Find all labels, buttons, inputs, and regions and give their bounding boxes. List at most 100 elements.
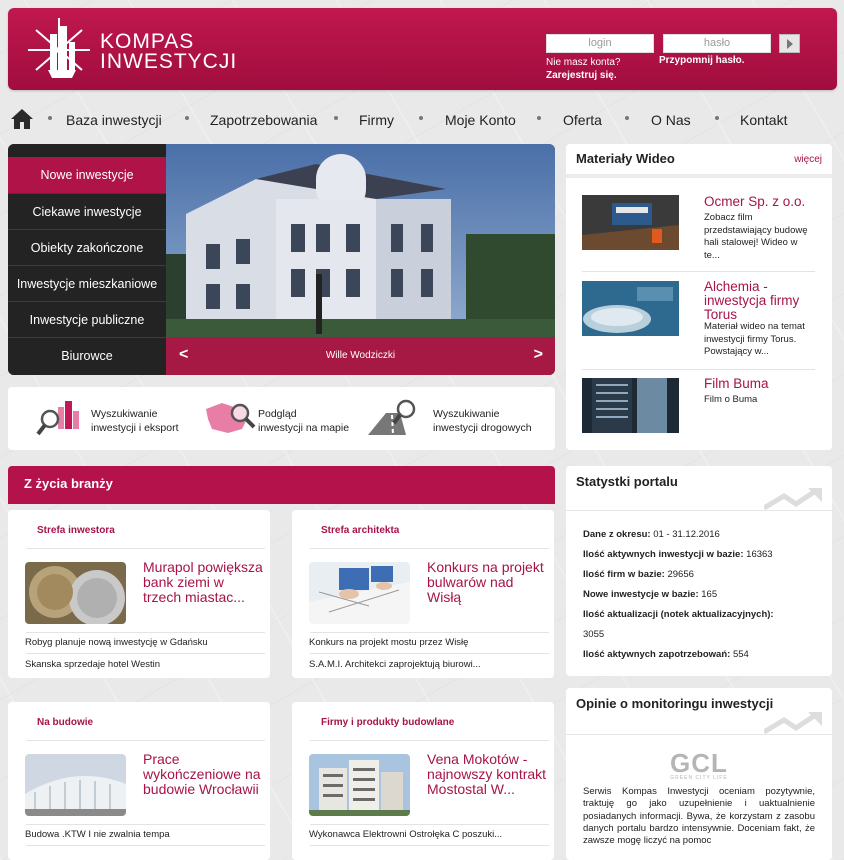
slider-menu-item-inwestycje-publiczne[interactable]: Inwestycje publiczne	[8, 301, 166, 337]
news-card: Firmy i produkty budowlane Vena Mokotów …	[292, 702, 554, 860]
gcl-logo-subtitle: GREEN CITY LIFE	[670, 775, 728, 781]
divider	[566, 174, 832, 178]
news-link[interactable]: Skanska sprzedaje hotel Westin	[25, 659, 160, 670]
industry-section-title: Z życia branży	[24, 476, 113, 491]
trend-arrow-icon	[764, 712, 822, 734]
search-export-icon	[36, 401, 79, 436]
trend-arrow-icon	[764, 488, 822, 510]
tool-search-export[interactable]: Wyszukiwanie inwestycji i eksport	[36, 387, 196, 450]
news-link[interactable]: Budowa .KTW I nie zwalnia tempa	[25, 829, 170, 840]
tool-road-search[interactable]: Wyszukiwanie inwestycji drogowych	[366, 387, 546, 450]
news-link[interactable]: Robyg planuje nową inwestycję w Gdańsku	[25, 637, 208, 648]
register-link[interactable]: Zarejestruj się.	[546, 70, 617, 81]
divider	[582, 369, 815, 370]
password-input[interactable]: hasło	[663, 34, 771, 53]
divider	[310, 548, 549, 549]
news-card: Strefa inwestora Murapol powiększa bank …	[8, 510, 270, 678]
video-materials-box: Materiały Wideo więcej Ocmer Sp. z o.o. …	[566, 144, 832, 450]
video-description: Materiał wideo na temat inwestycji firmy…	[704, 321, 805, 357]
card-thumbnail[interactable]	[309, 754, 410, 816]
slide-next-button[interactable]: >	[534, 346, 543, 364]
divider	[566, 734, 832, 735]
card-thumbnail[interactable]	[309, 562, 410, 624]
nav-item-oferta[interactable]: Oferta	[563, 112, 602, 128]
nav-separator	[334, 116, 338, 120]
card-headline[interactable]: Murapol powiększa bank ziemi w trzech mi…	[143, 560, 263, 605]
nav-item-o-nas[interactable]: O Nas	[651, 112, 691, 128]
logo-icon[interactable]	[26, 16, 92, 80]
stat-row: Ilość aktywnych zapotrzebowań: 554	[583, 649, 749, 660]
nav-separator	[419, 116, 423, 120]
divider	[310, 824, 549, 825]
news-link[interactable]: S.A.M.I. Architekci zaprojektują biurowi…	[309, 659, 481, 670]
opinions-box: Opinie o monitoringu inwestycji GCL GREE…	[566, 688, 832, 860]
divider	[26, 824, 265, 825]
divider	[310, 653, 549, 654]
video-thumbnail[interactable]	[582, 195, 679, 250]
stat-row: 3055	[583, 629, 605, 640]
divider	[26, 740, 265, 741]
nav-item-firmy[interactable]: Firmy	[359, 112, 394, 128]
slider-menu-item-obiekty-zakonczone[interactable]: Obiekty zakończone	[8, 229, 166, 265]
video-description: Film o Buma	[704, 394, 758, 405]
divider	[26, 632, 265, 633]
featured-slider: Nowe inwestycje Ciekawe inwestycje Obiek…	[8, 144, 555, 375]
card-category[interactable]: Strefa inwestora	[37, 525, 115, 536]
video-section-title: Materiały Wideo	[576, 151, 675, 166]
map-icon	[206, 403, 256, 433]
nav-item-moje-konto[interactable]: Moje Konto	[445, 112, 516, 128]
nav-separator	[625, 116, 629, 120]
login-input[interactable]: login	[546, 34, 654, 53]
divider	[566, 510, 832, 511]
slide-caption[interactable]: Wille Wodziczki	[166, 350, 555, 361]
nav-separator	[537, 116, 541, 120]
slider-menu-item-inwestycje-mieszkaniowe[interactable]: Inwestycje mieszkaniowe	[8, 265, 166, 301]
stat-row: Ilość firm w bazie: 29656	[583, 569, 694, 580]
nav-separator	[715, 116, 719, 120]
stat-row: Ilość aktualizacji (notek aktualizacyjny…	[583, 609, 774, 620]
tool-label: Podgląd inwestycji na mapie	[258, 407, 349, 435]
home-icon[interactable]	[10, 108, 34, 130]
tool-map-preview[interactable]: Podgląd inwestycji na mapie	[204, 387, 364, 450]
tool-label: Wyszukiwanie inwestycji drogowych	[433, 407, 532, 435]
divider	[26, 845, 265, 846]
divider	[26, 548, 265, 549]
no-account-text: Nie masz konta?	[546, 57, 621, 68]
card-category[interactable]: Firmy i produkty budowlane	[321, 717, 454, 728]
card-thumbnail[interactable]	[25, 754, 126, 816]
tool-label-line: inwestycji i eksport	[91, 422, 179, 434]
logo-text: INWESTYCJI	[100, 50, 238, 73]
video-thumbnail[interactable]	[582, 378, 679, 433]
nav-item-kontakt[interactable]: Kontakt	[740, 112, 787, 128]
nav-item-zapotrzebowania[interactable]: Zapotrzebowania	[210, 112, 317, 128]
card-category[interactable]: Strefa architekta	[321, 525, 399, 536]
slider-menu-item-ciekawe-inwestycje[interactable]: Ciekawe inwestycje	[8, 193, 166, 229]
video-title[interactable]: Film Buma	[704, 377, 824, 391]
video-title[interactable]: Alchemia - inwestycja firmy Torus	[704, 280, 824, 322]
stats-title: Statystki portalu	[576, 474, 678, 489]
card-thumbnail[interactable]	[25, 562, 126, 624]
stat-row: Nowe inwestycje w bazie: 165	[583, 589, 718, 600]
portal-stats-box: Statystki portalu Dane z okresu: 01 - 31…	[566, 466, 832, 676]
divider	[582, 271, 815, 272]
remind-password-link[interactable]: Przypomnij hasło.	[659, 55, 745, 66]
tool-label-line: Podgląd	[258, 408, 297, 420]
nav-item-baza-inwestycji[interactable]: Baza inwestycji	[66, 112, 162, 128]
slider-menu-item-nowe-inwestycje[interactable]: Nowe inwestycje	[8, 157, 166, 193]
video-title[interactable]: Ocmer Sp. z o.o.	[704, 195, 824, 209]
card-headline[interactable]: Prace wykończeniowe na budowie Wrocławii	[143, 752, 263, 797]
tool-label-line: Wyszukiwanie	[433, 408, 500, 420]
card-category[interactable]: Na budowie	[37, 717, 93, 728]
stat-row: Dane z okresu: 01 - 31.12.2016	[583, 529, 720, 540]
news-link[interactable]: Konkurs na projekt mostu przez Wisłę	[309, 637, 468, 648]
news-link[interactable]: Wykonawca Elektrowni Ostrołęka C poszuki…	[309, 829, 502, 840]
video-thumbnail[interactable]	[582, 281, 679, 336]
videos-more-link[interactable]: więcej	[794, 154, 822, 165]
card-headline[interactable]: Vena Mokotów - najnowszy kontrakt Mostos…	[427, 752, 547, 797]
video-description: Zobacz film przedstawiający budowę hali …	[704, 212, 808, 261]
road-icon	[368, 399, 416, 436]
card-headline[interactable]: Konkurs na projekt bulwarów nad Wisłą	[427, 560, 547, 605]
slider-menu-item-biurowce[interactable]: Biurowce	[8, 337, 166, 373]
search-tools-bar: Wyszukiwanie inwestycji i eksport Podglą…	[8, 387, 555, 450]
login-submit-button[interactable]	[779, 34, 800, 53]
